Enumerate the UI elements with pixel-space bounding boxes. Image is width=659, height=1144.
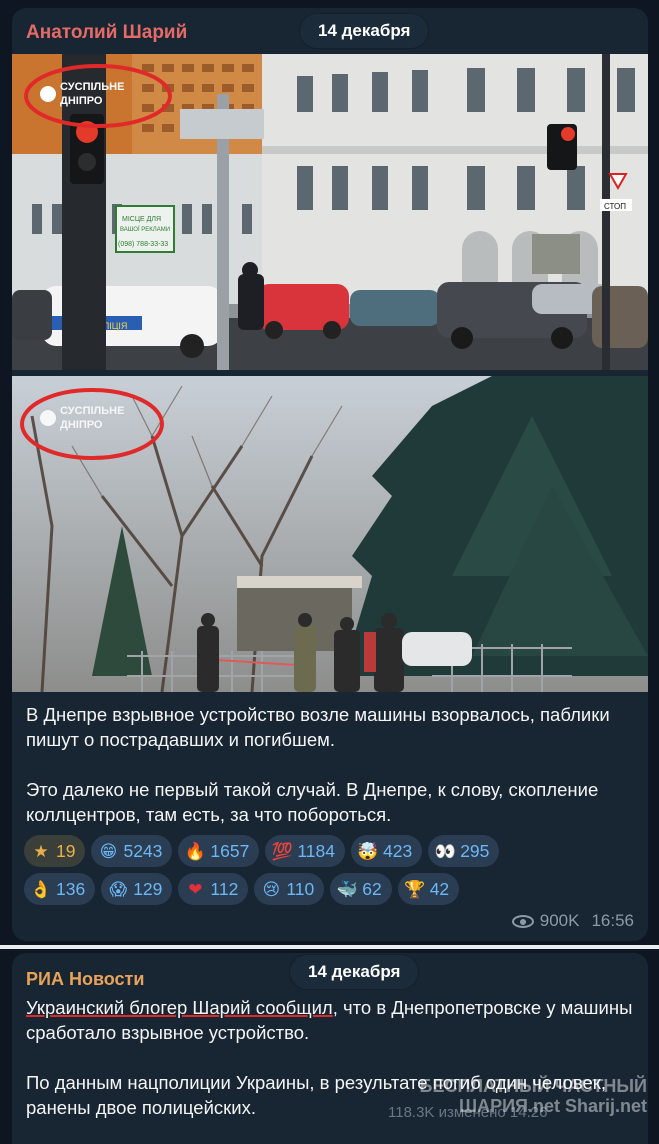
post-photo-street[interactable]: ПОЛІЦІЯ МІСЦЕ ДЛЯ ВАШОЇ РЕКЛАМИ (098) 78… — [12, 54, 648, 370]
logo-text-line1: СУСПІЛЬНЕ — [60, 81, 124, 93]
channel-post: Анатолий Шарий 14 декабря ПОЛІЦІЯ МІСЦЕ … — [12, 8, 648, 941]
post-photo-park[interactable]: СУСПІЛЬНЕ ДНІПРО — [12, 376, 648, 692]
reaction-count: 423 — [382, 841, 413, 861]
reactions-row: 👌 136 😱 129 ❤ 112 😢 110 🐳 62 🏆 42 — [24, 873, 644, 905]
post-text: В Днепре взрывное устройство возле машин… — [26, 702, 638, 827]
reaction-count: 136 — [56, 879, 86, 899]
hundred-points-icon: 💯 — [271, 842, 293, 861]
logo-text-line2: ДНІПРО — [60, 95, 103, 107]
reaction-chip-ok-hand[interactable]: 👌 136 — [24, 873, 96, 905]
reaction-count: 110 — [286, 879, 315, 899]
reaction-count: 19 — [56, 841, 76, 861]
reaction-chip-hundred-points[interactable]: 💯 1184 — [265, 835, 345, 867]
reaction-chip-fire[interactable]: 🔥 1657 — [178, 835, 260, 867]
post-paragraph: В Днепре взрывное устройство возле машин… — [26, 704, 610, 750]
ok-hand-icon: 👌 — [30, 880, 52, 899]
reaction-chip-crying-face[interactable]: 😢 110 — [254, 873, 325, 905]
stop-sign-label: СТОП — [604, 202, 626, 211]
whale-icon: 🐳 — [336, 880, 358, 899]
reaction-count: 295 — [460, 841, 490, 861]
suspilne-logo-icon — [40, 410, 56, 426]
reaction-chip-trophy[interactable]: 🏆 42 — [397, 873, 460, 905]
logo-text-line2: ДНІПРО — [60, 419, 103, 431]
reaction-count: 1184 — [297, 841, 335, 861]
ad-sign-line1: МІСЦЕ ДЛЯ — [122, 216, 161, 223]
reactions-row: ★ 19 😁 5243 🔥 1657 💯 1184 🤯 423 👀 295 — [24, 835, 644, 867]
post-author[interactable]: Анатолий Шарий — [26, 22, 187, 44]
ad-sign-phone: (098) 788-33-33 — [118, 241, 168, 248]
grinning-face-icon: 😁 — [99, 842, 118, 861]
views-eye-icon — [511, 915, 534, 929]
post-paragraph: Украинский блогер Шарий сообщил, что в Д… — [26, 995, 638, 1045]
date-badge: 14 декабря — [300, 14, 429, 48]
reaction-chip-exploding-head[interactable]: 🤯 423 — [350, 835, 423, 867]
watermark-line2: ШАРИЯ.net Sharij.net — [459, 1096, 647, 1116]
post-divider — [0, 945, 659, 949]
post-time: 16:56 — [591, 911, 634, 930]
exploding-head-icon: 🤯 — [357, 842, 379, 861]
reaction-chip-star[interactable]: ★ 19 — [24, 835, 86, 867]
suspilne-logo-icon — [40, 86, 56, 102]
reaction-chip-screaming-face[interactable]: 😱 129 — [101, 873, 173, 905]
trophy-icon: 🏆 — [404, 880, 426, 899]
reaction-chip-whale[interactable]: 🐳 62 — [330, 873, 392, 905]
views-count: 900K — [539, 911, 580, 930]
post-author[interactable]: РИА Новости — [26, 969, 144, 990]
eyes-icon: 👀 — [434, 842, 456, 861]
logo-text-line1: СУСПІЛЬНЕ — [60, 405, 124, 417]
reaction-count: 129 — [133, 879, 163, 899]
site-watermark: БЕСПЛАТНЫЙ ЧАСТНЫЙ ШАРИЯ.net Sharij.net — [420, 1076, 647, 1116]
reaction-chip-red-heart[interactable]: ❤ 112 — [178, 873, 249, 905]
watermark-line1: БЕСПЛАТНЫЙ ЧАСТНЫЙ — [419, 1076, 647, 1096]
underlined-phrase: Украинский блогер Шарий сообщил — [26, 997, 333, 1018]
fire-icon: 🔥 — [184, 842, 206, 861]
reaction-count: 1657 — [210, 841, 250, 861]
reaction-chip-eyes[interactable]: 👀 295 — [428, 835, 500, 867]
star-icon: ★ — [33, 842, 49, 861]
ad-sign-line2: ВАШОЇ РЕКЛАМИ — [120, 226, 170, 233]
post-paragraph: Это далеко не первый такой случай. В Дне… — [26, 779, 599, 825]
reaction-count: 42 — [429, 879, 450, 899]
crying-face-icon: 😢 — [262, 880, 281, 899]
reaction-chip-grinning-face[interactable]: 😁 5243 — [91, 835, 173, 867]
post-meta: 900K 16:56 — [511, 911, 634, 931]
reaction-count: 5243 — [123, 841, 163, 861]
screaming-face-icon: 😱 — [109, 880, 128, 899]
red-heart-icon: ❤ — [188, 880, 203, 899]
reaction-count: 112 — [210, 879, 239, 899]
date-badge: 14 декабря — [290, 955, 419, 989]
reaction-count: 62 — [362, 879, 382, 899]
